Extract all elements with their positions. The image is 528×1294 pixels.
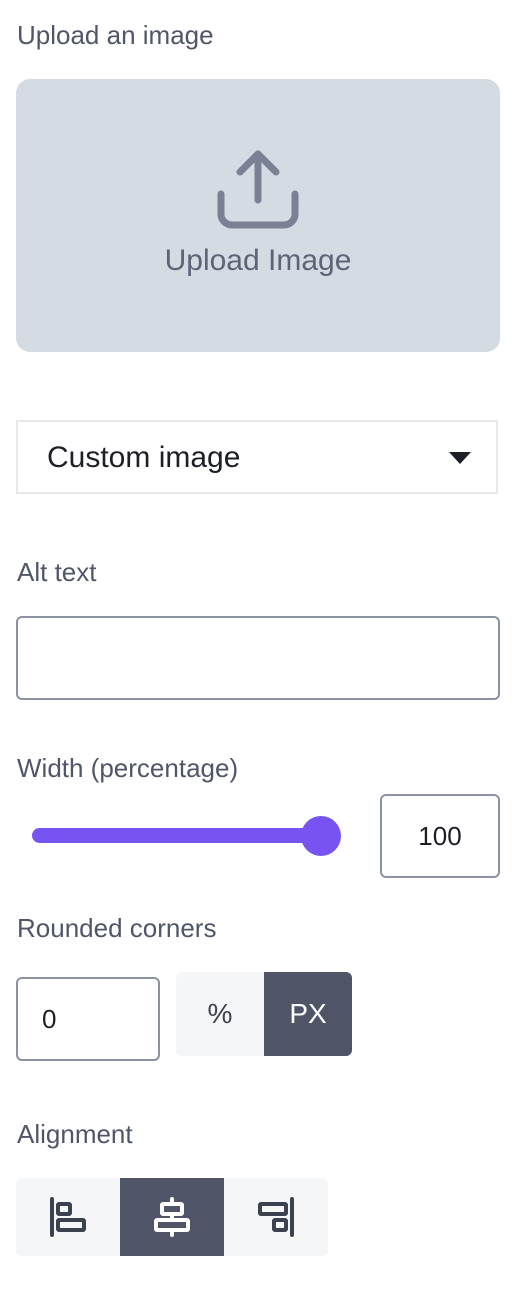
width-label: Width (percentage)	[17, 753, 239, 783]
rounded-corners-input[interactable]	[16, 977, 160, 1061]
width-slider-thumb[interactable]	[301, 816, 341, 856]
rounded-corners-label: Rounded corners	[17, 913, 217, 943]
alignment-toggle	[16, 1178, 328, 1256]
align-left-icon	[50, 1197, 86, 1237]
align-center-icon	[154, 1197, 190, 1237]
unit-px-button[interactable]: PX	[264, 972, 352, 1056]
image-source-value: Custom image	[47, 441, 241, 474]
alignment-label: Alignment	[17, 1119, 133, 1149]
upload-image-label: Upload Image	[164, 244, 352, 277]
unit-percent-button[interactable]: %	[176, 972, 264, 1056]
alt-text-label: Alt text	[17, 557, 97, 587]
width-slider-track[interactable]	[32, 828, 322, 843]
align-left-button[interactable]	[16, 1178, 120, 1256]
corner-unit-toggle: % PX	[176, 972, 352, 1056]
align-center-button[interactable]	[120, 1178, 224, 1256]
width-value-input[interactable]	[380, 794, 500, 878]
align-right-button[interactable]	[224, 1178, 328, 1256]
alt-text-input[interactable]	[16, 616, 500, 700]
image-source-select[interactable]: Custom image	[16, 420, 498, 494]
caret-down-icon	[449, 452, 471, 464]
align-right-icon	[258, 1197, 294, 1237]
upload-icon	[217, 150, 299, 229]
upload-section-label: Upload an image	[17, 20, 214, 50]
